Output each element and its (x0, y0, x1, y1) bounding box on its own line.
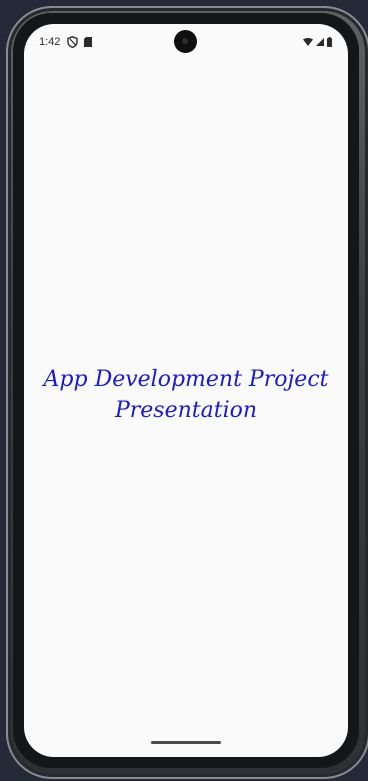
title-line-1: App Development Project (43, 367, 329, 392)
title-line-2: Presentation (114, 398, 258, 423)
device-frame: 1:42 App Development Project Presentatio… (4, 4, 368, 781)
presentation-title: App Development Project Presentation (24, 364, 348, 426)
wifi-icon (303, 38, 313, 46)
home-indicator[interactable] (151, 741, 221, 744)
battery-icon (327, 37, 332, 47)
status-bar: 1:42 (24, 24, 348, 64)
status-time: 1:42 (39, 36, 61, 48)
cellular-signal-icon (316, 38, 324, 46)
front-camera (174, 30, 197, 53)
phone-screen: 1:42 App Development Project Presentatio… (24, 24, 348, 757)
shield-icon (67, 36, 78, 48)
status-right-icons (303, 37, 332, 47)
sd-card-icon (84, 37, 92, 47)
